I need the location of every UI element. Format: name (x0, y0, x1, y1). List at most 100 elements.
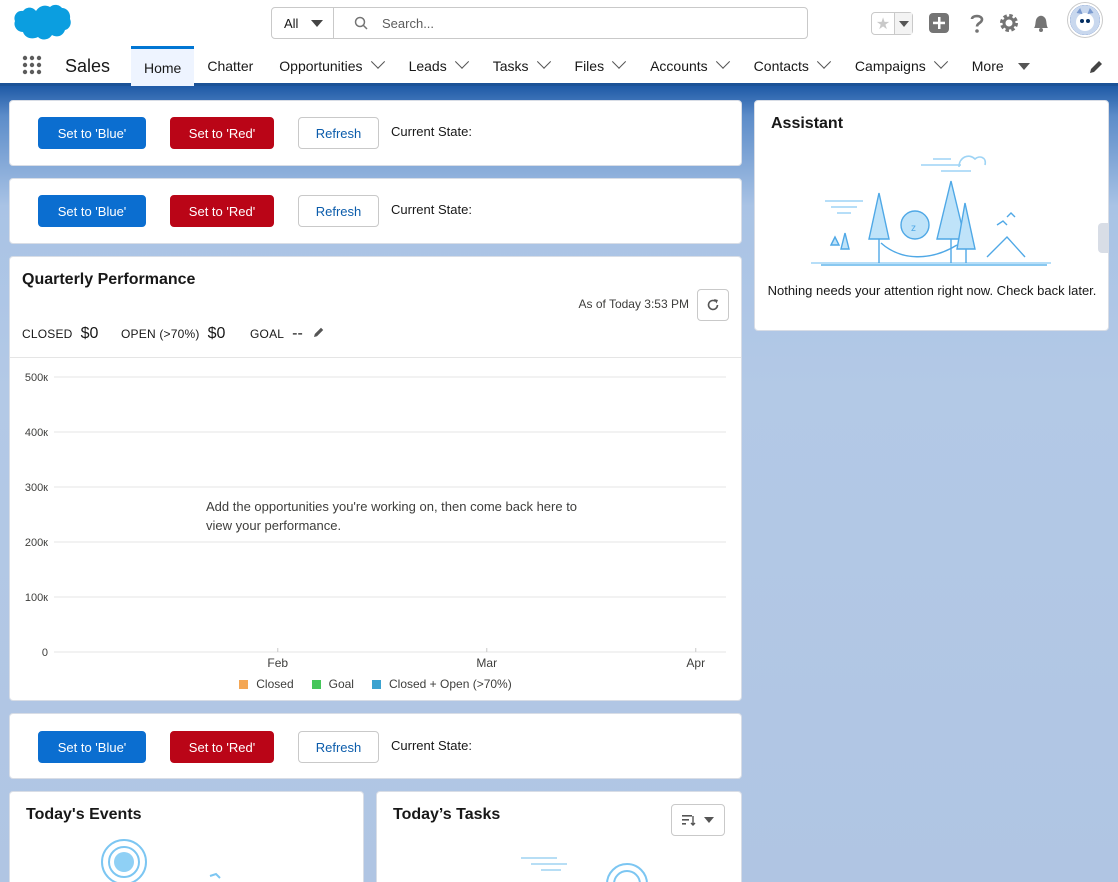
user-avatar[interactable] (1068, 3, 1102, 37)
nav-item-label: Tasks (492, 58, 529, 74)
chevron-down-icon[interactable] (715, 54, 730, 69)
nav-item-home[interactable]: Home (131, 46, 195, 86)
todays-events-card: Today's Events (9, 791, 364, 882)
setup-gear-icon[interactable] (998, 12, 1020, 34)
global-search: All (271, 7, 808, 39)
assistant-hammock-illustration-icon: z (811, 155, 1051, 266)
legend-swatch (371, 679, 381, 689)
current-state-label: Current State: (391, 124, 472, 139)
legend-item: Goal (311, 677, 354, 691)
notifications-bell-icon[interactable] (1030, 12, 1052, 34)
edit-goal-pencil-icon[interactable] (313, 326, 325, 338)
events-illustration-icon (101, 839, 221, 882)
tasks-filter-dropdown-button[interactable] (671, 804, 725, 836)
nav-item-opportunities[interactable]: Opportunities (266, 46, 395, 86)
legend-label: Closed (256, 677, 294, 691)
y-tick-label: 200к (25, 537, 48, 549)
performance-title: Quarterly Performance (22, 271, 196, 288)
y-tick-label: 100к (25, 592, 48, 604)
x-tick-label: Feb (267, 656, 288, 670)
goal-value: -- (292, 325, 303, 342)
assistant-title: Assistant (771, 115, 844, 132)
nav-item-label: Home (144, 59, 182, 76)
assistant-card: Assistant z Nothing needs your attention… (754, 100, 1109, 331)
state-card-3: Set to 'Blue' Set to 'Red' Refresh Curre… (9, 713, 742, 779)
chevron-down-icon[interactable] (454, 54, 469, 69)
app-name: Sales (65, 56, 111, 76)
app-launcher-waffle-icon[interactable] (22, 55, 42, 75)
events-title: Today's Events (26, 806, 142, 823)
refresh-button[interactable]: Refresh (298, 731, 379, 763)
todays-tasks-card: Today’s Tasks (376, 791, 742, 882)
nav-item-label: Accounts (650, 58, 708, 74)
nav-item-more[interactable]: More (959, 46, 1043, 86)
legend-label: Closed + Open (>70%) (388, 677, 512, 691)
nav-items: Home Chatter Opportunities Leads Tasks Files A… (131, 46, 1043, 86)
y-tick-label: 400к (25, 427, 48, 439)
refresh-chart-button[interactable] (697, 289, 729, 321)
set-red-button[interactable]: Set to 'Red' (170, 195, 274, 227)
nav-item-accounts[interactable]: Accounts (637, 46, 741, 86)
edit-nav-pencil-icon[interactable] (1088, 59, 1104, 75)
legend-swatch (311, 679, 321, 689)
chevron-down-icon[interactable] (536, 54, 551, 69)
as-of-timestamp: As of Today 3:53 PM (578, 297, 689, 311)
open-metric: OPEN (>70%) $0 (121, 325, 225, 343)
caret-down-icon[interactable] (1017, 62, 1030, 70)
set-red-button[interactable]: Set to 'Red' (170, 117, 274, 149)
goal-label: GOAL (250, 327, 285, 341)
nav-item-tasks[interactable]: Tasks (480, 46, 562, 86)
open-label: OPEN (>70%) (121, 327, 200, 341)
current-state-label: Current State: (391, 738, 472, 753)
chevron-down-icon[interactable] (933, 54, 948, 69)
favorites-button[interactable]: ★ (871, 12, 913, 35)
set-blue-button[interactable]: Set to 'Blue' (38, 195, 146, 227)
y-tick-label: 500к (25, 372, 48, 384)
chevron-down-icon[interactable] (612, 54, 627, 69)
chevron-down-icon[interactable] (370, 54, 385, 69)
caret-down-icon (704, 817, 714, 823)
legend-item: Closed + Open (>70%) (371, 677, 512, 691)
y-tick-label: 300к (25, 482, 48, 494)
set-red-button[interactable]: Set to 'Red' (170, 731, 274, 763)
header-utilities: ★ (868, 0, 1118, 46)
tasks-title: Today’s Tasks (393, 806, 501, 823)
global-header: All ★ (0, 0, 1118, 46)
chevron-down-icon[interactable] (816, 54, 831, 69)
nav-item-chatter[interactable]: Chatter (194, 46, 266, 86)
favorites-dropdown-icon[interactable] (894, 13, 912, 34)
set-blue-button[interactable]: Set to 'Blue' (38, 731, 146, 763)
goal-metric: GOAL -- (250, 325, 325, 343)
state-card-1: Set to 'Blue' Set to 'Red' Refresh Curre… (9, 100, 742, 166)
closed-label: CLOSED (22, 327, 73, 341)
astro-avatar-icon (1070, 5, 1100, 35)
nav-item-campaigns[interactable]: Campaigns (842, 46, 959, 86)
current-state-label: Current State: (391, 202, 472, 217)
chart-legend: Closed Goal Closed + Open (>70%) (10, 677, 741, 691)
y-tick-label: 0 (42, 647, 48, 659)
set-blue-button[interactable]: Set to 'Blue' (38, 117, 146, 149)
global-actions-plus-icon[interactable] (928, 12, 950, 34)
nav-item-label: Campaigns (854, 58, 926, 74)
refresh-button[interactable]: Refresh (298, 117, 379, 149)
nav-item-contacts[interactable]: Contacts (741, 46, 842, 86)
refresh-button[interactable]: Refresh (298, 195, 379, 227)
star-icon: ★ (875, 15, 891, 33)
refresh-icon (707, 299, 719, 311)
chart-empty-message: Add the opportunities you're working on,… (206, 495, 606, 537)
legend-swatch (239, 679, 249, 689)
nav-item-label: More (971, 58, 1004, 74)
nav-item-leads[interactable]: Leads (396, 46, 480, 86)
help-icon[interactable] (966, 12, 988, 34)
nav-item-label: Files (574, 58, 605, 74)
assistant-message: Nothing needs your attention right now. … (767, 283, 1097, 298)
closed-value: $0 (80, 325, 99, 342)
search-input[interactable] (382, 15, 782, 31)
state-card-2: Set to 'Blue' Set to 'Red' Refresh Curre… (9, 178, 742, 244)
app-nav-bar: Sales Home Chatter Opportunities Leads Tasks… (0, 46, 1118, 86)
salesforce-logo-icon[interactable] (12, 3, 72, 45)
assistant-side-tab[interactable] (1098, 223, 1108, 253)
search-scope-select[interactable]: All (272, 8, 334, 38)
nav-item-files[interactable]: Files (562, 46, 638, 86)
caret-down-icon (311, 20, 323, 27)
